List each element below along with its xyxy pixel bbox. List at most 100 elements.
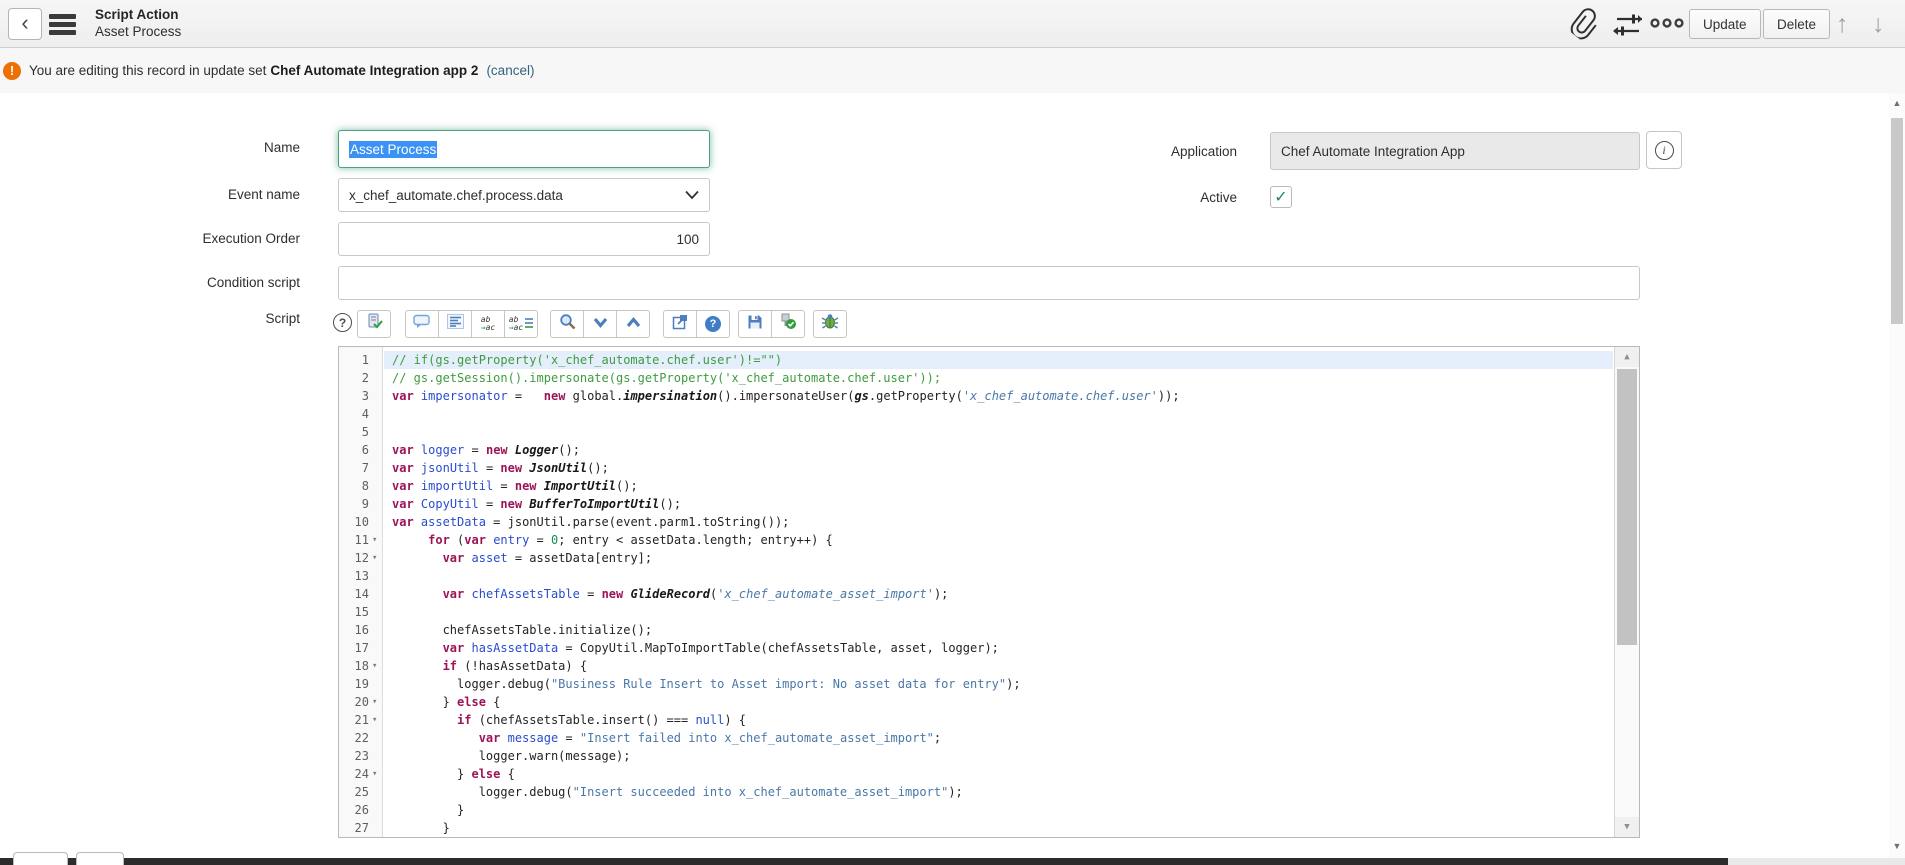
checkmark-icon: ✓	[1274, 187, 1287, 207]
active-checkbox[interactable]: ✓	[1270, 186, 1292, 208]
code-line-14: var chefAssetsTable = new GlideRecord('x…	[384, 585, 1613, 603]
event-name-label: Event name	[20, 187, 300, 202]
line-number[interactable]: 12▾	[339, 549, 382, 567]
line-number[interactable]: 18▾	[339, 657, 382, 675]
application-info-button[interactable]: i	[1646, 131, 1682, 169]
save-and-verify-button[interactable]	[771, 310, 805, 338]
fold-arrow-icon[interactable]: ▾	[372, 693, 382, 711]
update-set-banner: ! You are editing this record in update …	[0, 48, 1905, 93]
editor-scrollbar[interactable]: ▲ ▼	[1614, 347, 1639, 837]
line-number-gutter: 1234567891011▾12▾131415161718▾1920▾21▾22…	[339, 347, 383, 837]
active-label: Active	[957, 190, 1237, 205]
replace-all-button[interactable]: ab⇒ac	[504, 310, 538, 338]
find-previous-button[interactable]	[616, 310, 650, 338]
fold-arrow-icon[interactable]: ▾	[372, 531, 382, 549]
code-line-21: if (chefAssetsTable.insert() === null) {	[384, 711, 1613, 729]
syntax-check-button[interactable]	[357, 310, 391, 338]
page-title: Script Action	[95, 7, 181, 24]
page-scroll-down-icon[interactable]: ▼	[1889, 838, 1905, 854]
code-line-27: }	[384, 819, 1613, 837]
code-line-19: logger.debug("Business Rule Insert to As…	[384, 675, 1613, 693]
cancel-link[interactable]: (cancel)	[486, 63, 534, 78]
toggle-comment-icon	[413, 314, 431, 334]
line-number: 14	[339, 585, 382, 603]
attachment-paperclip-icon[interactable]	[1571, 7, 1599, 44]
fold-arrow-icon[interactable]: ▾	[372, 765, 382, 783]
find-previous-icon	[626, 315, 641, 333]
event-name-value: x_chef_automate.chef.process.data	[349, 188, 563, 203]
bottom-update-button-partial[interactable]	[13, 852, 68, 865]
script-editor[interactable]: 1234567891011▾12▾131415161718▾1920▾21▾22…	[338, 346, 1640, 838]
info-icon: i	[1655, 141, 1674, 160]
nav-down-arrow-icon[interactable]: ↓	[1872, 6, 1885, 42]
toggle-comment-button[interactable]	[405, 310, 439, 338]
delete-button[interactable]: Delete	[1763, 9, 1830, 39]
code-line-11: for (var entry = 0; entry < assetData.le…	[384, 531, 1613, 549]
debug-button[interactable]	[813, 310, 847, 338]
find-next-button[interactable]	[583, 310, 617, 338]
code-line-10: var assetData = jsonUtil.parse(event.par…	[384, 513, 1613, 531]
line-number[interactable]: 20▾	[339, 693, 382, 711]
name-label: Name	[20, 140, 300, 155]
line-number: 26	[339, 801, 382, 819]
line-number: 8	[339, 477, 382, 495]
line-number[interactable]: 11▾	[339, 531, 382, 549]
name-input-selected-text: Asset Process	[349, 141, 437, 158]
search-button[interactable]	[550, 310, 584, 338]
fold-arrow-icon[interactable]: ▾	[372, 711, 382, 729]
application-label: Application	[957, 144, 1237, 159]
editor-help-button[interactable]: ?	[696, 310, 730, 338]
code-line-15	[384, 603, 1613, 621]
execution-order-label: Execution Order	[20, 231, 300, 246]
page-scrollbar-thumb[interactable]	[1891, 118, 1903, 324]
script-help-icon[interactable]: ?	[333, 313, 352, 332]
more-options-icon[interactable]	[1650, 16, 1684, 35]
code-line-25: logger.debug("Insert succeeded into x_ch…	[384, 783, 1613, 801]
condition-script-input[interactable]	[338, 266, 1640, 300]
toolbar-group-0	[357, 310, 391, 338]
code-line-4	[384, 405, 1613, 423]
code-line-20: } else {	[384, 693, 1613, 711]
line-number: 27	[339, 819, 382, 837]
personalize-form-sliders-icon[interactable]	[1612, 12, 1644, 43]
menu-icon[interactable]	[49, 14, 76, 35]
code-line-18: if (!hasAssetData) {	[384, 657, 1613, 675]
open-new-window-icon	[672, 314, 688, 335]
bottom-corner	[1728, 858, 1905, 865]
line-number[interactable]: 24▾	[339, 765, 382, 783]
header-bar: ‹ Script Action Asset Process	[0, 0, 1905, 48]
bottom-delete-button-partial[interactable]	[76, 852, 124, 865]
execution-order-input[interactable]: 100	[338, 222, 710, 256]
line-number: 2	[339, 369, 382, 387]
line-number: 9	[339, 495, 382, 513]
replace-button[interactable]: ab⇒ac	[471, 310, 505, 338]
update-button[interactable]: Update	[1689, 9, 1761, 39]
event-name-select[interactable]: x_chef_automate.chef.process.data	[338, 178, 710, 212]
name-input[interactable]: Asset Process	[338, 130, 710, 168]
save-icon	[747, 314, 763, 335]
line-number: 22	[339, 729, 382, 747]
find-next-icon	[593, 315, 608, 333]
page-scroll-up-icon[interactable]: ▲	[1889, 95, 1905, 111]
save-button[interactable]	[738, 310, 772, 338]
warning-circle-icon: !	[3, 62, 21, 80]
fold-arrow-icon[interactable]: ▾	[372, 549, 382, 567]
format-code-button[interactable]	[438, 310, 472, 338]
open-new-window-button[interactable]	[663, 310, 697, 338]
line-number: 10	[339, 513, 382, 531]
condition-script-label: Condition script	[20, 275, 300, 290]
editor-scroll-up-icon[interactable]: ▲	[1615, 347, 1639, 367]
fold-arrow-icon[interactable]: ▾	[372, 657, 382, 675]
page-scrollbar[interactable]: ▲ ▼	[1889, 93, 1905, 858]
application-value: Chef Automate Integration App	[1281, 144, 1465, 159]
editor-scroll-down-icon[interactable]: ▼	[1615, 817, 1639, 837]
line-number[interactable]: 21▾	[339, 711, 382, 729]
banner-update-set-name: Chef Automate Integration app 2	[270, 63, 478, 78]
editor-help-icon: ?	[705, 316, 721, 332]
code-line-12: var asset = assetData[entry];	[384, 549, 1613, 567]
toolbar-group-3: ?	[663, 310, 730, 338]
editor-scrollbar-thumb[interactable]	[1617, 369, 1637, 645]
code-area[interactable]: // if(gs.getProperty('x_chef_automate.ch…	[384, 347, 1613, 837]
back-button[interactable]: ‹	[8, 8, 42, 40]
nav-up-arrow-icon[interactable]: ↑	[1836, 6, 1849, 42]
